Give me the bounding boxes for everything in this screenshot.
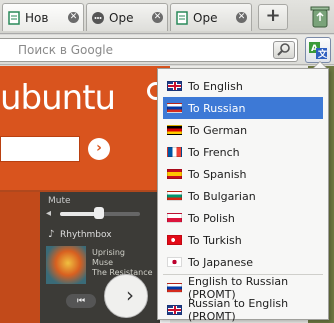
next-slide-button[interactable]: › <box>104 274 148 318</box>
flag-gb-icon <box>167 81 182 91</box>
flag-tr-icon <box>167 235 182 245</box>
recycle-bin-button[interactable] <box>308 4 332 30</box>
sound-menu-background <box>0 192 40 323</box>
flag-de-icon <box>167 125 182 135</box>
volume-knob[interactable] <box>94 207 104 219</box>
tab-title: Нов <box>25 10 49 25</box>
menu-item-english-to-russian-promt[interactable]: English to Russian (PROMT) <box>163 275 323 301</box>
track-artist: Muse <box>92 258 114 267</box>
album-art <box>46 246 86 284</box>
menu-item-label: To Russian <box>188 101 246 115</box>
menu-item-to-russian[interactable]: To Russian <box>163 97 323 119</box>
close-icon[interactable]: ✕ <box>236 12 247 23</box>
player-label[interactable]: Rhythmbox <box>60 230 112 240</box>
flag-ru-icon <box>167 283 182 293</box>
menu-item-label: To French <box>188 145 240 159</box>
menu-item-to-french[interactable]: To French <box>163 141 323 163</box>
close-icon[interactable]: ✕ <box>68 12 79 23</box>
translate-menu: To English To Russian To German To French To… <box>157 68 329 323</box>
svg-text:文: 文 <box>317 48 328 60</box>
tab-title: Ope <box>193 10 218 25</box>
recycle-bin-icon <box>310 6 330 28</box>
tab-1[interactable]: Нов ✕ <box>2 3 84 31</box>
search-icon <box>277 43 290 56</box>
menu-item-to-spanish[interactable]: To Spanish <box>163 163 323 185</box>
flag-bg-icon <box>167 191 182 201</box>
menu-pointer-inner <box>314 62 326 68</box>
menu-item-label: Russian to English (PROMT) <box>188 297 289 323</box>
menu-item-label: To English <box>188 79 243 93</box>
go-button[interactable]: › <box>88 138 110 160</box>
tab-title: Ope <box>109 10 134 25</box>
menu-item-label: To Turkish <box>188 233 242 247</box>
flag-jp-icon <box>167 257 182 267</box>
speaker-icon: ◂ <box>46 208 52 219</box>
ubuntu-banner: ubuntu › <box>0 66 170 190</box>
menu-item-label: To Polish <box>188 211 235 225</box>
music-note-icon: ♪ <box>48 229 55 240</box>
navigation-bar: A文 <box>0 35 334 65</box>
track-title: Uprising <box>92 248 125 257</box>
menu-item-to-polish[interactable]: To Polish <box>163 207 323 229</box>
flag-ru-icon <box>167 103 182 113</box>
translate-button[interactable]: A文 <box>305 37 331 63</box>
menu-item-label: To Japanese <box>188 255 254 269</box>
previous-track-button[interactable]: ⏮ <box>66 294 96 308</box>
search-button[interactable] <box>273 41 295 59</box>
menu-item-to-english[interactable]: To English <box>163 75 323 97</box>
document-icon <box>176 10 188 25</box>
close-icon[interactable]: ✕ <box>152 12 163 23</box>
new-tab-button[interactable]: + <box>258 4 288 30</box>
speech-bubble-icon <box>92 11 104 24</box>
menu-item-russian-to-english-promt[interactable]: Russian to English (PROMT) <box>163 297 323 323</box>
tab-3[interactable]: Ope ✕ <box>170 3 252 31</box>
document-icon <box>8 10 20 25</box>
search-box <box>0 38 298 62</box>
menu-item-label: To Bulgarian <box>188 189 256 203</box>
flag-fr-icon <box>167 147 182 157</box>
flag-pl-icon <box>167 213 182 223</box>
flag-es-icon <box>167 169 182 179</box>
menu-item-to-japanese[interactable]: To Japanese <box>163 251 323 273</box>
ubuntu-logo: ubuntu <box>0 78 116 118</box>
volume-fill <box>60 212 96 216</box>
page-search-field[interactable] <box>0 136 80 162</box>
menu-item-to-bulgarian[interactable]: To Bulgarian <box>163 185 323 207</box>
menu-item-to-turkish[interactable]: To Turkish <box>163 229 323 251</box>
menu-item-label: To German <box>188 123 248 137</box>
mute-label[interactable]: Mute <box>48 196 71 206</box>
translate-icon: A文 <box>309 42 328 60</box>
search-input[interactable] <box>0 39 260 61</box>
menu-item-label: To Spanish <box>188 167 247 181</box>
menu-item-to-german[interactable]: To German <box>163 119 323 141</box>
tab-bar: Нов ✕ Ope ✕ Ope ✕ + <box>0 0 334 34</box>
tab-2[interactable]: Ope ✕ <box>86 3 168 31</box>
flag-gb-icon <box>167 305 182 315</box>
